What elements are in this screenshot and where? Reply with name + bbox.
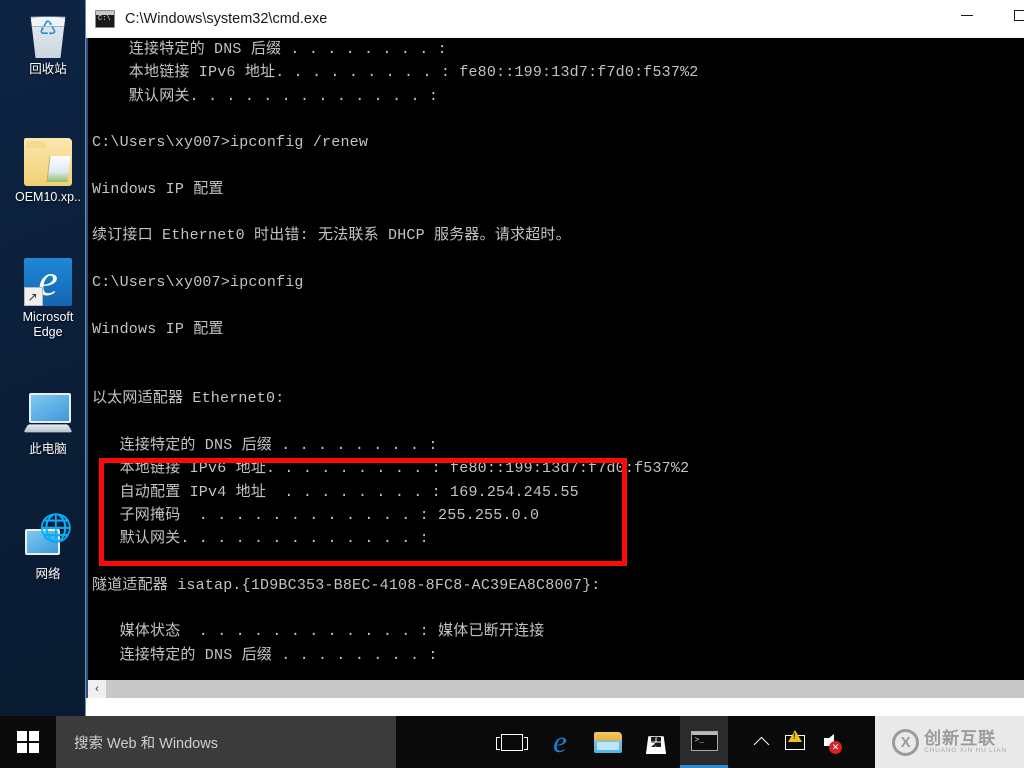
shortcut-arrow-icon: ↗ [27,290,38,304]
system-tray: ✕ [744,716,846,768]
watermark-text: 创新互联 CHUANG XIN HU LIAN [924,728,1007,755]
maximize-icon [1013,9,1024,21]
desktop-icon-label: Microsoft [22,310,74,324]
console-output-area[interactable]: 连接特定的 DNS 后缀 . . . . . . . . : 本地链接 IPv6… [86,38,1024,698]
search-input[interactable]: 搜索 Web 和 Windows [56,716,396,768]
network-warning-icon [785,729,805,750]
edge-icon: e [553,724,567,759]
network-icon [24,513,73,563]
desktop-icon-network[interactable]: 网络 [0,513,96,582]
taskbar-file-explorer-button[interactable] [584,716,632,768]
show-hidden-icons-button[interactable] [744,716,778,768]
task-view-button[interactable] [488,716,536,768]
desktop-icon-label: 网络 [35,567,61,581]
search-placeholder: 搜索 Web 和 Windows [74,735,218,752]
command-prompt-window: C:\Windows\system32\cmd.exe 连接特定的 DNS 后缀… [86,0,1024,716]
chevron-up-icon [753,736,769,752]
desktop-icon-area: 回收站 OEM10.xp.. ↗ Microsoft Edge 此电脑 网络 [0,0,96,716]
cmd-icon [95,9,115,28]
taskbar-command-prompt-button[interactable] [680,716,728,768]
desktop-icon-label-2: Edge [33,325,63,339]
taskbar: 搜索 Web 和 Windows e ✕ [0,716,1024,768]
task-view-icon [501,733,523,751]
warning-triangle-icon [788,729,802,742]
taskbar-app-buttons: e [488,716,728,768]
minimize-button[interactable] [944,0,990,30]
watermark-cn: 创新互联 [924,728,997,748]
minimize-icon [961,14,973,16]
desktop-icon-recycle-bin[interactable]: 回收站 [0,10,96,77]
store-icon [645,736,667,754]
mute-badge-icon: ✕ [829,741,842,754]
edge-icon: ↗ [24,256,72,306]
desktop-icon-label: 此电脑 [29,442,67,456]
window-title: C:\Windows\system32\cmd.exe [125,10,328,27]
desktop-icon-this-pc[interactable]: 此电脑 [0,390,96,457]
taskbar-edge-button[interactable]: e [536,716,584,768]
volume-button[interactable]: ✕ [812,716,846,768]
desktop-icon-label: 回收站 [29,62,67,76]
network-status-button[interactable] [778,716,812,768]
window-title-bar[interactable]: C:\Windows\system32\cmd.exe [86,0,1024,38]
folder-icon [24,138,72,186]
scroll-left-arrow-icon[interactable]: ‹ [88,680,106,698]
watermark: 创新互联 CHUANG XIN HU LIAN [875,716,1024,768]
watermark-en: CHUANG XIN HU LIAN [924,746,1007,754]
desktop-icon-microsoft-edge[interactable]: ↗ Microsoft Edge [0,256,96,340]
file-explorer-icon [594,731,622,753]
start-button[interactable] [0,716,56,768]
taskbar-store-button[interactable] [632,716,680,768]
recycle-bin-icon [30,16,66,58]
windows-logo-icon [17,731,39,753]
desktop-icon-oem10[interactable]: OEM10.xp.. [0,138,96,205]
desktop-icon-label: OEM10.xp.. [15,190,81,204]
horizontal-scrollbar[interactable]: ‹ [88,680,1024,698]
cmd-icon [690,730,718,751]
this-pc-icon [24,390,72,438]
cx-logo-icon [892,728,920,756]
maximize-button[interactable] [996,0,1024,30]
console-text: 连接特定的 DNS 后缀 . . . . . . . . : 本地链接 IPv6… [92,41,699,698]
